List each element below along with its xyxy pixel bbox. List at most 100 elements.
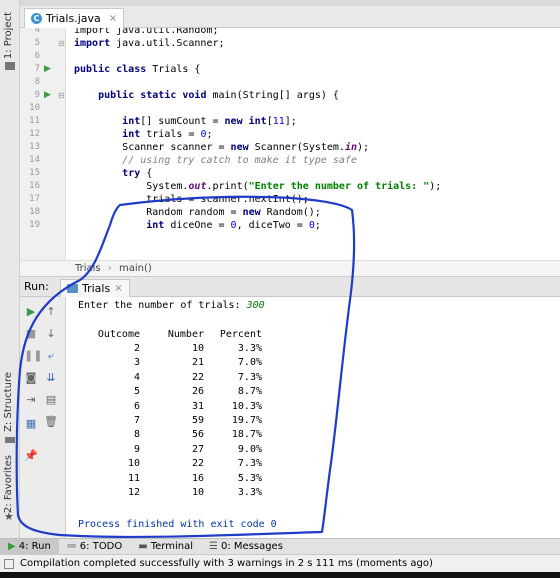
code-line: Scanner scanner = new Scanner(System.in)… xyxy=(74,141,369,154)
pause-icon[interactable]: ❚❚ xyxy=(24,349,42,363)
code-token: new int xyxy=(224,116,267,127)
code-token: in xyxy=(344,142,357,153)
run-tab-trials[interactable]: Trials × xyxy=(60,278,130,297)
console-table-cell: 26 xyxy=(191,386,204,398)
down-arrow-icon[interactable]: ↓ xyxy=(44,327,58,341)
process-finished-text: Process finished with exit code 0 xyxy=(78,519,277,530)
code-token: ); xyxy=(356,142,370,153)
console-table-cell: 9.0% xyxy=(237,443,262,455)
structure-tool-button[interactable]: Z: Structure xyxy=(3,372,14,432)
code-token: // using try catch to make it type safe xyxy=(122,155,357,166)
code-line: System.out.print("Enter the number of tr… xyxy=(74,180,441,193)
line-number: 19 xyxy=(29,220,40,230)
scroll-to-end-icon[interactable]: ⇊ xyxy=(44,371,58,385)
code-token: new xyxy=(242,207,261,218)
code-token: Scanner scanner = xyxy=(122,142,231,153)
code-token: "Enter the number of trials: " xyxy=(248,181,430,192)
layout-icon[interactable]: ▦ xyxy=(24,417,38,431)
editor-tab-bar: C Trials.java × xyxy=(20,6,560,28)
code-editor[interactable]: 4 5 6 7 8 9 10 11 12 13 14 15 16 17 18 19 ▶ ▶ ⊟ ⊟ import ja… xyxy=(20,28,560,260)
code-line: int[] sumCount = new int[11]; xyxy=(74,115,297,128)
console-input: 300 xyxy=(246,300,265,311)
code-token: int xyxy=(122,116,141,127)
console-table-cell: 3 xyxy=(133,357,140,369)
code-token: Scanner(System. xyxy=(248,142,345,153)
code-line: public class Trials { xyxy=(74,63,200,76)
close-icon[interactable]: × xyxy=(109,13,117,24)
rerun-icon[interactable]: ▶ xyxy=(24,305,38,319)
breadcrumb-separator: › xyxy=(107,263,112,274)
status-message: Compilation completed successfully with … xyxy=(20,558,433,569)
bottom-tab-terminal[interactable]: ▬ Terminal xyxy=(130,539,201,555)
code-token: diceOne = xyxy=(164,220,231,231)
code-token: Trials { xyxy=(146,64,201,75)
star-icon: ★ xyxy=(4,510,14,523)
bottom-tab--messages[interactable]: ☰ 0: Messages xyxy=(201,539,291,555)
line-number: 11 xyxy=(29,116,40,126)
fold-icon[interactable]: ⊟ xyxy=(58,91,65,100)
exit-icon[interactable]: ⇥ xyxy=(24,393,38,407)
bottom-tool-bar: ▶ 4: Run ≔ 6: TODO ▬ Terminal ☰ 0: Messages xyxy=(0,538,560,555)
trash-icon[interactable]: 🗑 xyxy=(44,415,58,429)
code-token: int xyxy=(146,220,165,231)
favorites-tool-button[interactable]: 2: Favorites xyxy=(3,455,14,513)
close-icon[interactable]: × xyxy=(114,283,122,294)
editor-tab-trials[interactable]: C Trials.java × xyxy=(24,8,125,28)
print-icon[interactable]: ▤ xyxy=(44,393,58,407)
breadcrumb: Trials › main() xyxy=(20,260,560,277)
console-table-cell: 8 xyxy=(133,429,140,441)
bottom-tab--run[interactable]: ▶ 4: Run xyxy=(0,538,59,555)
line-number: 18 xyxy=(29,207,40,217)
status-toggle-icon[interactable] xyxy=(4,558,14,569)
console-prompt: Enter the number of trials: xyxy=(78,300,247,311)
project-tool-button[interactable]: 1: Project xyxy=(3,12,14,59)
console-table-cell: 8.7% xyxy=(237,386,262,398)
editor-tab-label: Trials.java xyxy=(46,12,101,25)
camera-icon[interactable]: ◙ xyxy=(24,371,38,385)
line-number: 16 xyxy=(29,181,40,191)
pin-icon[interactable]: 📌 xyxy=(24,449,38,463)
console-table-cell: 7.3% xyxy=(237,458,262,470)
console-table-cell: 12 xyxy=(127,487,140,498)
line-number: 13 xyxy=(29,142,40,152)
console-table-cell: 6 xyxy=(133,400,140,412)
code-line: public static void main(String[] args) { xyxy=(74,89,339,102)
up-arrow-icon[interactable]: ↑ xyxy=(44,305,58,319)
line-number: 12 xyxy=(29,129,40,139)
run-icon: ▶ xyxy=(8,541,16,552)
code-token: public static void xyxy=(98,90,207,101)
status-bar: Compilation completed successfully with … xyxy=(0,554,560,572)
code-token: 11 xyxy=(272,116,285,127)
breadcrumb-method[interactable]: main() xyxy=(119,263,152,274)
soft-wrap-icon[interactable]: ⤶ xyxy=(44,349,58,363)
console-table-cell: 10 xyxy=(191,487,204,498)
stop-icon[interactable]: ■ xyxy=(24,327,38,341)
console-table-cell: 10.3% xyxy=(231,400,262,412)
code-line: // using try catch to make it type safe xyxy=(74,154,357,167)
console-table-cell: 7.0% xyxy=(237,357,262,369)
bottom-tab-label: 6: TODO xyxy=(79,541,123,552)
run-gutter-icon[interactable]: ▶ xyxy=(44,90,51,100)
line-number: 15 xyxy=(29,168,40,178)
line-number: 10 xyxy=(29,103,40,113)
line-number: 7 xyxy=(34,64,40,74)
console-table-cell: 11 xyxy=(127,472,140,484)
code-token: Random random = xyxy=(146,207,243,218)
line-number: 4 xyxy=(34,28,40,35)
console-table-cell: 59 xyxy=(191,415,204,426)
editor-gutter: 4 5 6 7 8 9 10 11 12 13 14 15 16 17 18 19 ▶ ▶ ⊟ ⊟ xyxy=(20,28,66,260)
line-number: 8 xyxy=(34,77,40,87)
console-table-cell: 16 xyxy=(191,472,204,484)
console-output[interactable]: Enter the number of trials: 300 Outcome Nu… xyxy=(66,297,560,538)
code-token: import xyxy=(74,38,111,49)
run-tab-label: Trials xyxy=(82,281,111,295)
bottom-tab--todo[interactable]: ≔ 6: TODO xyxy=(59,539,130,555)
fold-icon[interactable]: ⊟ xyxy=(58,39,65,48)
structure-icon xyxy=(5,437,15,443)
breadcrumb-class[interactable]: Trials xyxy=(75,263,101,274)
java-class-icon: C xyxy=(31,13,42,24)
left-tool-stripe: 1: Project Z: Structure 2: Favorites ★ xyxy=(0,0,20,578)
run-gutter-icon[interactable]: ▶ xyxy=(44,64,51,74)
code-line: try { xyxy=(74,167,152,180)
line-number: 6 xyxy=(34,51,40,61)
